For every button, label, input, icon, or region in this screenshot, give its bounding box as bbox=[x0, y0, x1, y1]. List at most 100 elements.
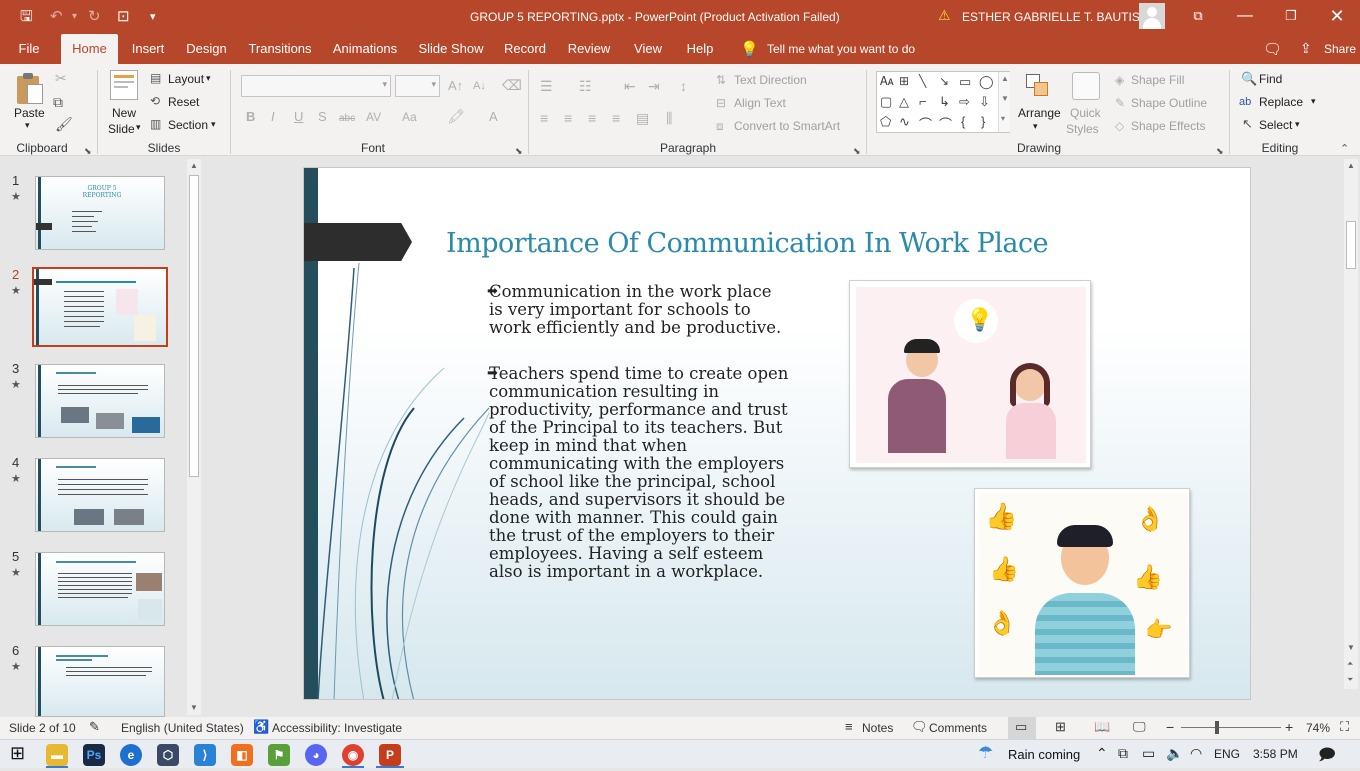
font-color-icon[interactable]: A bbox=[489, 109, 498, 125]
edge-icon[interactable]: e bbox=[120, 744, 142, 766]
tab-view[interactable]: View bbox=[630, 34, 666, 64]
customize-qat-icon[interactable]: ▾ bbox=[150, 8, 156, 26]
tab-animations[interactable]: Animations bbox=[330, 34, 400, 64]
align-center-icon[interactable]: ≡ bbox=[564, 110, 572, 126]
comments-icon[interactable]: 🗨 bbox=[1263, 40, 1282, 58]
tell-me-search[interactable]: Tell me what you want to do bbox=[767, 42, 915, 56]
arc-icon[interactable]: ⌒ bbox=[919, 114, 932, 133]
wifi-icon[interactable]: ◠ bbox=[1190, 745, 1202, 762]
paste-button[interactable]: Paste bbox=[14, 106, 45, 120]
zoom-in-icon[interactable]: + bbox=[1285, 719, 1293, 735]
change-case-icon[interactable]: Aa bbox=[402, 109, 417, 125]
slide-thumbnail-3[interactable] bbox=[35, 364, 165, 438]
tab-design[interactable]: Design bbox=[183, 34, 230, 64]
oval-shape-icon[interactable]: ◯ bbox=[979, 74, 994, 90]
line-spacing-icon[interactable]: ↕ bbox=[680, 78, 687, 94]
redo-icon[interactable]: ↻ bbox=[88, 8, 101, 26]
highlight-icon[interactable]: 🖍 bbox=[447, 108, 465, 124]
clock[interactable]: 3:58 PM bbox=[1253, 747, 1298, 761]
reset-button[interactable]: Reset bbox=[168, 95, 199, 109]
text-direction-button[interactable]: Text Direction bbox=[734, 73, 807, 87]
scroll-down-icon[interactable]: ▼ bbox=[1347, 643, 1355, 652]
tab-home[interactable]: Home bbox=[61, 34, 118, 64]
zoom-slider-thumb[interactable] bbox=[1215, 721, 1219, 734]
discord-icon[interactable]: ◕ bbox=[305, 744, 327, 766]
section-dropdown-icon[interactable]: ▾ bbox=[211, 119, 216, 130]
replace-icon[interactable]: ab bbox=[1239, 94, 1251, 110]
comments-button[interactable]: Comments bbox=[929, 721, 987, 735]
weather-text[interactable]: Rain coming bbox=[1008, 747, 1080, 762]
font-name-dropdown-icon[interactable]: ▾ bbox=[382, 79, 387, 90]
windows-start-icon[interactable]: ⊞ bbox=[10, 743, 25, 764]
reset-icon[interactable]: ⟲ bbox=[150, 93, 160, 109]
layout-button[interactable]: Layout bbox=[168, 72, 204, 86]
previous-slide-icon[interactable]: ⏶ bbox=[1347, 659, 1353, 669]
accessibility-icon[interactable]: ♿ bbox=[253, 719, 269, 735]
user-name[interactable]: ESTHER GABRIELLE T. BAUTISTA bbox=[962, 10, 1154, 24]
underline-icon[interactable]: U bbox=[294, 109, 303, 125]
scroll-up-icon[interactable]: ▲ bbox=[190, 161, 198, 170]
volume-icon[interactable]: 🔈 bbox=[1166, 745, 1183, 762]
arrange-button[interactable]: Arrange bbox=[1018, 106, 1061, 120]
notes-icon[interactable]: ≡ bbox=[845, 719, 853, 734]
section-icon[interactable]: ▥ bbox=[150, 116, 161, 132]
reading-view-icon[interactable]: 📖 bbox=[1094, 719, 1110, 735]
columns-icon[interactable]: ⫼ bbox=[666, 110, 672, 126]
new-slide-button-line2[interactable]: Slide bbox=[108, 122, 135, 136]
slide-thumbnail-6[interactable] bbox=[35, 646, 165, 717]
numbering-icon[interactable]: ☷ bbox=[579, 78, 592, 94]
slide-thumbnail-2[interactable] bbox=[32, 267, 168, 347]
text-direction-icon[interactable]: ⇅ bbox=[716, 72, 726, 88]
thumbs-up-image[interactable]: 👍 👌 👍 👍 👌 👉 bbox=[974, 488, 1190, 678]
gallery-down-icon[interactable]: ▼ bbox=[1001, 94, 1009, 103]
zoom-slider[interactable] bbox=[1181, 727, 1281, 728]
layout-dropdown-icon[interactable]: ▾ bbox=[206, 73, 211, 84]
shape-outline-button[interactable]: Shape Outline bbox=[1131, 96, 1207, 110]
slide-bullet-1[interactable]: Communication in the work place is very … bbox=[489, 283, 789, 337]
slide-thumbnail-1[interactable]: GROUP 5 REPORTING bbox=[35, 176, 165, 250]
tab-record[interactable]: Record bbox=[501, 34, 549, 64]
powerpoint-icon[interactable]: P bbox=[379, 744, 401, 766]
arrow-line-icon[interactable]: ↘ bbox=[939, 74, 949, 88]
quick-styles-button-line2[interactable]: Styles bbox=[1066, 122, 1099, 136]
close-icon[interactable]: ✕ bbox=[1326, 6, 1348, 26]
convert-smartart-button[interactable]: Convert to SmartArt bbox=[734, 119, 840, 133]
scroll-up-icon[interactable]: ▲ bbox=[1347, 161, 1355, 170]
textbox-shape-icon[interactable]: 🗛 bbox=[880, 74, 894, 89]
character-spacing-icon[interactable]: AV bbox=[366, 109, 381, 125]
fit-to-window-icon[interactable]: ⛶ bbox=[1340, 719, 1349, 735]
vertical-textbox-icon[interactable]: ⊞ bbox=[899, 74, 909, 88]
decrease-indent-icon[interactable]: ⇤ bbox=[624, 78, 636, 94]
curve-icon[interactable]: ⌒ bbox=[939, 114, 952, 133]
weather-rain-icon[interactable]: ☂ bbox=[978, 743, 993, 763]
communication-image[interactable]: 💡 bbox=[849, 280, 1091, 468]
file-explorer-icon[interactable]: ▬ bbox=[46, 744, 68, 766]
gallery-up-icon[interactable]: ▲ bbox=[1001, 74, 1009, 83]
align-left-icon[interactable]: ≡ bbox=[540, 110, 548, 126]
comments-icon[interactable]: 🗨 bbox=[911, 719, 928, 735]
gallery-more-icon[interactable]: ▾ bbox=[1001, 114, 1005, 123]
quick-styles-button[interactable]: Quick bbox=[1070, 106, 1101, 120]
thumbnails-scrollbar[interactable]: ▲ ▼ bbox=[187, 159, 201, 715]
collapse-ribbon-icon[interactable]: ⌃ bbox=[1340, 141, 1349, 157]
tab-review[interactable]: Review bbox=[566, 34, 612, 64]
presentation-icon[interactable]: ⊡ bbox=[117, 8, 130, 26]
tab-file[interactable]: File bbox=[10, 34, 48, 64]
normal-view-button[interactable]: ▭ bbox=[1008, 717, 1036, 739]
freeform-icon[interactable]: ⬠ bbox=[880, 114, 891, 130]
distributed-icon[interactable]: ▤ bbox=[636, 110, 649, 126]
slide-title[interactable]: Importance Of Communication In Work Plac… bbox=[446, 228, 1049, 259]
next-slide-icon[interactable]: ⏷ bbox=[1347, 675, 1353, 685]
align-text-icon[interactable]: ⊟ bbox=[716, 95, 726, 111]
rounded-rect-icon[interactable]: ▢ bbox=[880, 94, 892, 110]
share-icon[interactable]: ⇪ bbox=[1300, 40, 1312, 57]
accessibility-status[interactable]: Accessibility: Investigate bbox=[272, 721, 402, 735]
slide-thumbnail-4[interactable] bbox=[35, 458, 165, 532]
scroll-down-icon[interactable]: ▼ bbox=[190, 703, 198, 712]
battery-icon[interactable]: ▭ bbox=[1142, 745, 1155, 762]
replace-button[interactable]: Replace bbox=[1259, 95, 1303, 109]
shape-fill-icon[interactable]: ◈ bbox=[1115, 72, 1124, 88]
language-indicator[interactable]: English (United States) bbox=[121, 721, 244, 735]
notes-button[interactable]: Notes bbox=[862, 721, 893, 735]
font-size-dropdown-icon[interactable]: ▾ bbox=[431, 79, 436, 90]
